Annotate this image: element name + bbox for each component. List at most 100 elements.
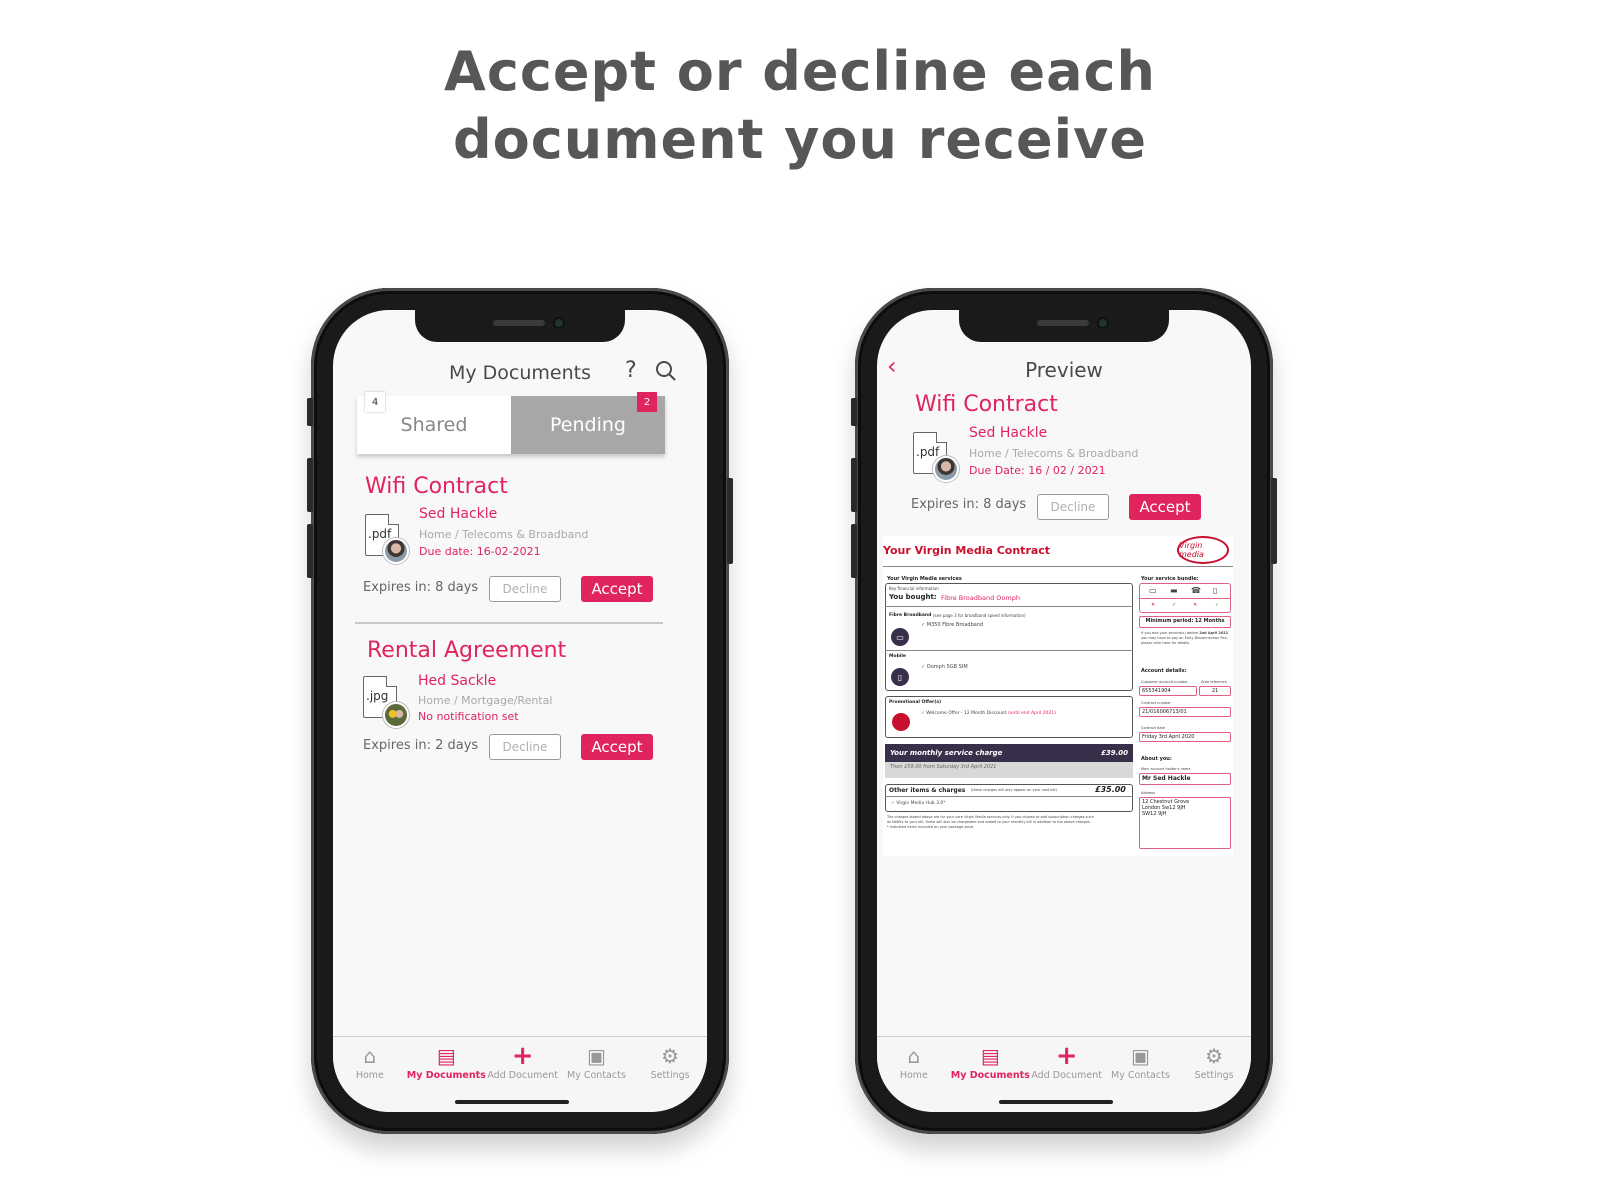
fibre-item: ✓ M350 Fibre Broadband (921, 622, 984, 628)
nav-label: My Documents (406, 1070, 486, 1081)
page-title: Preview (1025, 358, 1103, 382)
sender-avatar (933, 456, 959, 482)
services-heading: Your Virgin Media services (887, 576, 962, 582)
early-note-3: please click here for details. (1141, 641, 1191, 645)
nav-label: Home (355, 1070, 384, 1081)
contract-number: 21/016006713/01 (1139, 707, 1231, 717)
phone-preview: ‹ Preview Wifi Contract .pdf Sed Hackle … (851, 288, 1277, 1134)
min-period-value: 12 Months (1194, 618, 1225, 624)
tab-shared[interactable]: 4 Shared (357, 392, 511, 454)
divider (885, 606, 1133, 607)
phone-icon: ☎ (1191, 586, 1201, 595)
contract-number-label: Contract number (1141, 701, 1171, 705)
contract-title: Your Virgin Media Contract (883, 544, 1051, 557)
min-period: Minimum period: 12 Months (1139, 616, 1231, 628)
bundle-mark: ✓ (1215, 602, 1220, 608)
accept-button[interactable]: Accept (581, 734, 653, 760)
tv-icon: ▭ (891, 628, 909, 646)
nav-label: Add Document (1031, 1070, 1102, 1081)
home-indicator[interactable] (455, 1100, 569, 1104)
tab-pending-label: Pending (550, 414, 626, 436)
min-period-label: Minimum period: (1145, 618, 1194, 624)
power-button (1271, 478, 1277, 564)
nav-label: Settings (1194, 1070, 1234, 1081)
divider (885, 796, 1133, 797)
mobile-item: ✓ Oomph 5GB SIM (921, 664, 968, 670)
divider (885, 650, 1133, 651)
headline: Accept or decline each document you rece… (0, 38, 1600, 174)
virgin-media-logo: Virgin media (1177, 536, 1229, 564)
home-indicator[interactable] (999, 1100, 1113, 1104)
nav-home[interactable]: ⌂ Home (877, 1037, 951, 1112)
file-extension: .pdf (368, 527, 392, 541)
document-title: Rental Agreement (367, 638, 567, 663)
file-extension: .jpg (366, 689, 389, 703)
search-icon[interactable] (655, 360, 677, 388)
tab-pending[interactable]: 2 Pending (511, 392, 665, 454)
accept-button[interactable]: Accept (581, 576, 653, 602)
headline-line-1: Accept or decline each (444, 40, 1156, 103)
area-reference-label: Area reference (1201, 680, 1227, 684)
address-line-3: SW12 9JH (1142, 811, 1167, 817)
footnote-1: The charges stated above are for your co… (887, 815, 1094, 819)
help-icon[interactable]: ? (625, 358, 637, 383)
laptop-icon: ▬ (1170, 586, 1178, 595)
volume-up-button (307, 458, 313, 512)
monthly-label: Your monthly service charge (890, 749, 1003, 757)
nav-settings[interactable]: ⚙ Settings (1177, 1037, 1251, 1112)
customer-number-label: Customer account number (1141, 680, 1188, 684)
footnote-3: * Indicated items included on your packa… (887, 825, 975, 829)
home-icon: ⌂ (363, 1044, 377, 1068)
sender-name: Sed Hackle (419, 506, 498, 522)
expires-text: Expires in: 8 days (363, 580, 479, 595)
sim-icon: ▯ (1213, 586, 1218, 595)
bundle-mark: ✓ (1172, 602, 1177, 608)
notification-status: No notification set (418, 710, 519, 723)
tab-shared-label: Shared (400, 414, 468, 436)
address-label: Address (1141, 791, 1155, 795)
expires-text: Expires in: 8 days (911, 497, 1027, 512)
decline-button[interactable]: Decline (1037, 494, 1109, 520)
document-path: Home / Telecoms & Broadband (969, 447, 1139, 460)
fibre-note: (see page 3 for broadband speed informat… (933, 613, 1026, 618)
bundle-mark: ✕ (1193, 602, 1198, 608)
promo-item: ✓ Welcome Offer - 12 Month Discount (unt… (921, 711, 1056, 716)
nav-label: Settings (650, 1070, 690, 1081)
nav-label: My Contacts (1111, 1070, 1170, 1081)
tv-icon: ▭ (1149, 586, 1157, 595)
promo-label: Promotional Offer(s) (889, 700, 942, 705)
nav-settings[interactable]: ⚙ Settings (633, 1037, 707, 1112)
file-extension: .pdf (916, 445, 940, 459)
promo-icon (892, 713, 910, 731)
then-text: Then £59.00 from Saturday 3rd April 2021 (885, 762, 1133, 778)
bundle-heading: Your service bundle: (1141, 576, 1199, 582)
home-icon: ⌂ (907, 1044, 921, 1068)
shared-count-badge: 4 (365, 392, 385, 412)
volume-down-button (307, 524, 313, 578)
document-icon: ▤ (980, 1044, 1000, 1068)
about-heading: About you: (1141, 756, 1172, 762)
mute-switch (307, 398, 313, 426)
nav-label: My Contacts (567, 1070, 626, 1081)
decline-button[interactable]: Decline (489, 576, 561, 602)
holder-label: Main account holder's name (1141, 767, 1191, 771)
decline-button[interactable]: Decline (489, 734, 561, 760)
fibre-label: Fibre Broadband (889, 613, 932, 618)
document-title: Wifi Contract (365, 474, 508, 499)
notch (959, 310, 1169, 342)
nav-my-contacts[interactable]: ▣ My Contacts (560, 1037, 634, 1112)
accept-button[interactable]: Accept (1129, 494, 1201, 520)
power-button (727, 478, 733, 564)
contacts-icon: ▣ (1130, 1044, 1150, 1068)
sender-name: Sed Hackle (969, 425, 1048, 441)
phone-my-documents: My Documents ? 4 Shared 2 Pending Wifi C… (307, 288, 733, 1134)
contract-date: Friday 3rd April 2020 (1139, 732, 1231, 742)
plus-icon: + (511, 1041, 534, 1071)
nav-home[interactable]: ⌂ Home (333, 1037, 407, 1112)
holder-name: Mr Sed Hackle (1139, 773, 1231, 785)
other-note: (these charges will only appear on your … (971, 788, 1057, 792)
nav-label: My Documents (950, 1070, 1030, 1081)
contract-preview[interactable]: Your Virgin Media Contract Virgin media … (883, 536, 1233, 856)
nav-my-contacts[interactable]: ▣ My Contacts (1104, 1037, 1178, 1112)
mute-switch (851, 398, 857, 426)
